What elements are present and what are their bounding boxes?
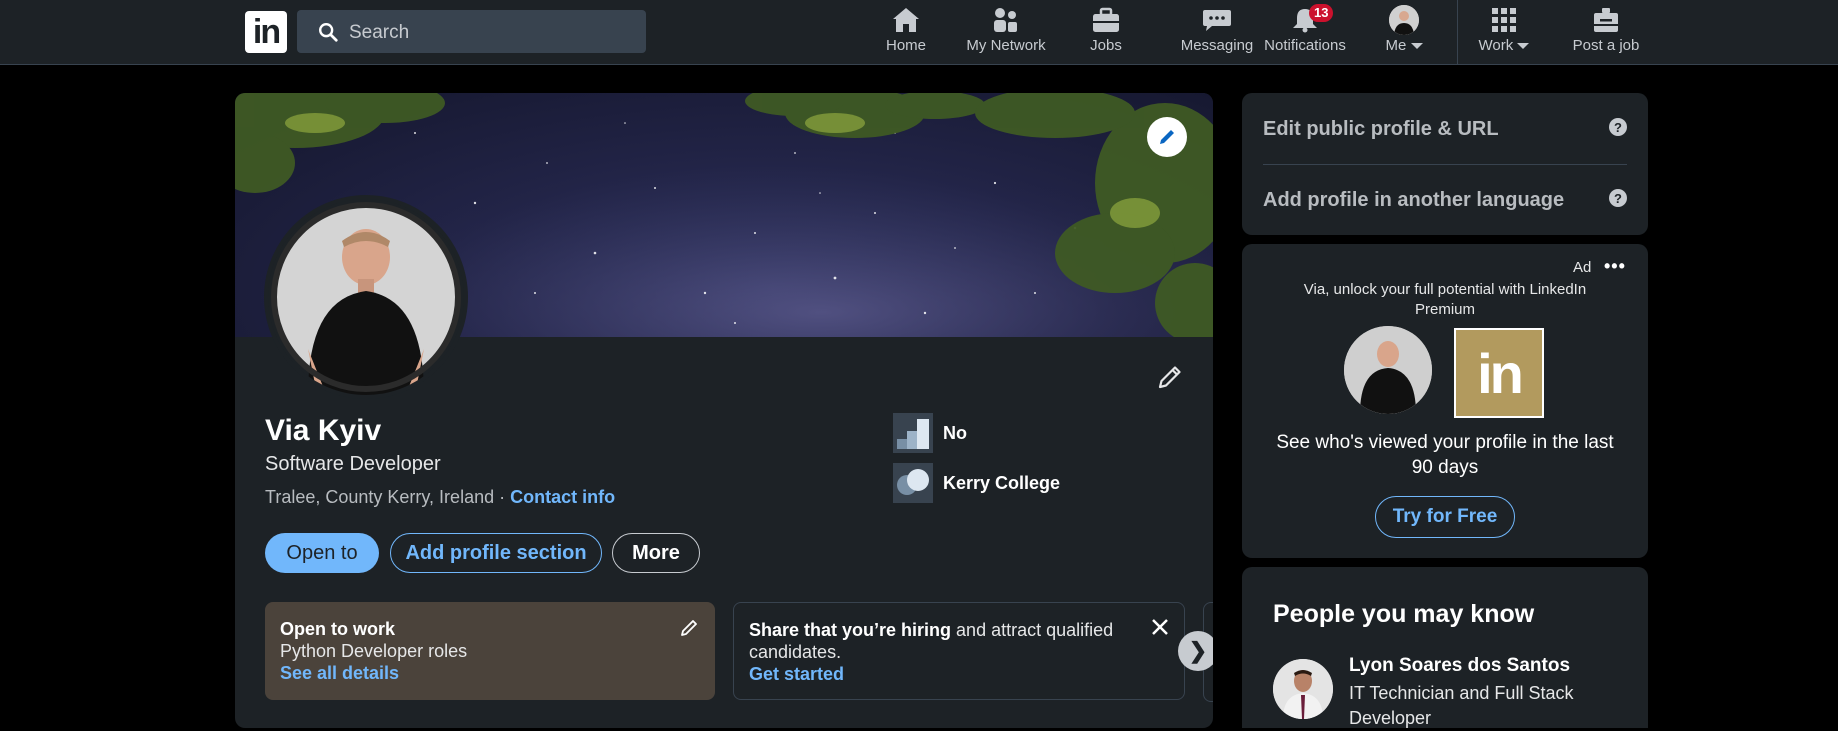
add-profile-language-label: Add profile in another language — [1263, 188, 1565, 211]
nav-notifications-label: Notifications — [1264, 37, 1346, 54]
edit-banner-button[interactable] — [1147, 117, 1187, 157]
school-name: Kerry College — [943, 472, 1061, 493]
person-description: IT Technician and Full Stack Developer — [1349, 683, 1574, 728]
nav-jobs-label: Jobs — [1090, 37, 1122, 54]
hiring-title: Share that you’re hiring — [749, 620, 952, 640]
location-text: Tralee, County Kerry, Ireland — [265, 487, 495, 507]
nav-divider — [1457, 0, 1458, 64]
ad-headline: See who's viewed your profile in the las… — [1276, 432, 1614, 478]
add-profile-language-link[interactable]: Add profile in another language ? — [1263, 165, 1627, 235]
avatar — [1344, 326, 1432, 414]
pencil-icon — [1160, 130, 1174, 144]
edit-public-profile-label: Edit public profile & URL — [1263, 117, 1499, 140]
messaging-icon — [1203, 10, 1231, 31]
nav-messaging-label: Messaging — [1180, 37, 1254, 54]
company-name: No — [943, 422, 967, 443]
nav-my-network[interactable]: My Network — [958, 4, 1054, 60]
try-for-free-button[interactable]: Try for Free — [1375, 496, 1515, 538]
nav-me-label: Me — [1385, 37, 1423, 54]
hiring-card: Share that you’re hiring and attract qua… — [733, 602, 1185, 700]
pymk-title: People you may know — [1273, 600, 1535, 628]
avatar[interactable] — [1273, 659, 1333, 719]
ad-label: Ad — [1573, 259, 1592, 276]
nav-jobs[interactable]: Jobs — [1081, 4, 1131, 60]
people-you-may-know-card: People you may know Lyon Soares dos Sant… — [1242, 567, 1648, 728]
nav-my-network-label: My Network — [966, 37, 1046, 54]
search-input[interactable] — [347, 10, 641, 55]
education[interactable]: Kerry College — [893, 463, 1060, 503]
chevron-down-icon — [1517, 43, 1530, 50]
nav-home[interactable]: Home — [878, 4, 934, 60]
nav-post-a-job[interactable]: Post a job — [1570, 4, 1642, 60]
nav-home-label: Home — [885, 37, 926, 54]
pencil-icon — [1158, 366, 1181, 389]
home-icon — [893, 8, 919, 32]
nav-post-a-job-label: Post a job — [1572, 37, 1640, 54]
linkedin-logo[interactable]: in — [245, 11, 287, 53]
carousel-next-button[interactable]: ❯ — [1178, 631, 1213, 671]
ad-text: Via, unlock your full potential with Lin… — [1303, 281, 1587, 318]
profile-card: Via Kyiv Software Developer Tralee, Coun… — [235, 93, 1213, 728]
nav-work[interactable]: Work — [1474, 4, 1534, 60]
more-button[interactable]: More — [612, 533, 700, 573]
company-logo-icon — [893, 413, 933, 453]
briefcase-icon — [1093, 7, 1119, 32]
open-to-work-card[interactable]: Open to work Python Developer roles See … — [265, 602, 715, 700]
profile-location: Tralee, County Kerry, Ireland · Contact … — [265, 487, 615, 508]
contact-info-link[interactable]: Contact info — [510, 487, 615, 507]
profile-photo[interactable] — [268, 199, 464, 395]
search-bar[interactable] — [297, 10, 646, 55]
get-started-link[interactable]: Get started — [749, 663, 1169, 685]
grid-icon — [1492, 8, 1516, 32]
edit-public-profile-link[interactable]: Edit public profile & URL ? — [1263, 94, 1627, 164]
close-icon[interactable] — [1150, 617, 1170, 637]
location-separator: · — [494, 487, 511, 507]
more-options-icon[interactable]: ••• — [1604, 256, 1626, 277]
post-job-icon — [1594, 8, 1618, 32]
avatar — [1389, 5, 1419, 35]
see-all-details-link[interactable]: See all details — [280, 662, 700, 684]
open-to-work-title: Open to work — [280, 619, 396, 639]
top-nav: in Home My Network Jobs Messaging 13 Not… — [0, 0, 1838, 65]
open-to-work-roles: Python Developer roles — [280, 641, 468, 661]
nav-messaging[interactable]: Messaging — [1167, 4, 1267, 60]
profile-settings-card: Edit public profile & URL ? Add profile … — [1242, 93, 1648, 235]
chevron-down-icon — [1410, 43, 1423, 50]
profile-name: Via Kyiv — [265, 414, 382, 447]
nav-notifications[interactable]: 13 Notifications — [1262, 4, 1348, 60]
linkedin-premium-logo: in — [1454, 328, 1544, 418]
school-logo-icon — [893, 463, 933, 503]
nav-me[interactable]: Me — [1382, 4, 1426, 60]
help-icon[interactable]: ? — [1609, 118, 1627, 136]
profile-headline: Software Developer — [265, 453, 441, 475]
person-name[interactable]: Lyon Soares dos Santos — [1349, 655, 1570, 677]
open-to-button[interactable]: Open to — [265, 533, 379, 573]
help-icon[interactable]: ? — [1609, 189, 1627, 207]
notification-badge: 13 — [1309, 4, 1334, 22]
premium-ad-card: Ad ••• Via, unlock your full potential w… — [1242, 244, 1648, 558]
pencil-icon[interactable] — [679, 618, 699, 638]
current-company[interactable]: No — [893, 413, 967, 453]
add-profile-section-button[interactable]: Add profile section — [390, 533, 602, 573]
edit-intro-button[interactable] — [1152, 359, 1188, 395]
nav-work-label: Work — [1479, 37, 1530, 54]
search-icon — [319, 23, 338, 42]
network-icon — [994, 8, 1017, 32]
